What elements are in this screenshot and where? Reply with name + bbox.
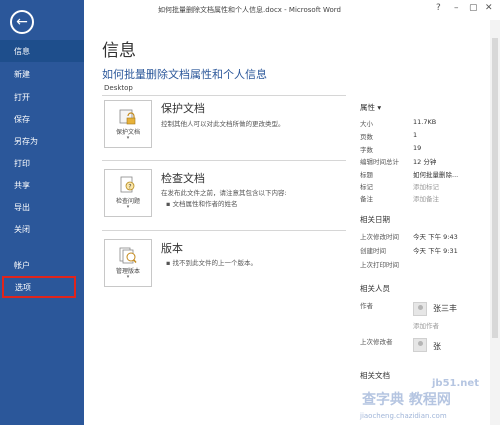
properties-header-label: 属性 xyxy=(360,103,375,112)
prop-key: 标记 xyxy=(360,183,373,191)
prop-row[interactable]: 备注 添加备注 xyxy=(360,193,490,203)
prop-row[interactable]: 标记 添加标记 xyxy=(360,181,490,191)
prop-key: 大小 xyxy=(360,120,373,128)
sidebar-item-share[interactable]: 共享 xyxy=(0,174,84,196)
related-people-header: 相关人员 xyxy=(360,284,390,293)
sidebar-item-new[interactable]: 新建 xyxy=(0,63,84,85)
window-title: 如何批量删除文档属性和个人信息.docx - Microsoft Word xyxy=(158,6,341,14)
prop-key: 上次打印时间 xyxy=(360,261,399,269)
inspect-document-icon: ? xyxy=(120,176,135,193)
prop-key: 标题 xyxy=(360,171,373,179)
prop-value: 19 xyxy=(413,144,422,152)
prop-value: 今天 下午 9:31 xyxy=(413,247,458,255)
lock-icon xyxy=(119,109,136,125)
restore-button[interactable]: ▢ xyxy=(469,3,478,13)
sidebar-item-close[interactable]: 关闭 xyxy=(0,218,84,240)
prop-key: 上次修改时间 xyxy=(360,233,399,241)
sidebar-item-print[interactable]: 打印 xyxy=(0,152,84,174)
related-documents-header: 相关文档 xyxy=(360,371,390,380)
sidebar-item-account[interactable]: 帐户 xyxy=(0,254,84,276)
chevron-down-icon: ▾ xyxy=(126,204,130,210)
prop-row: 大小 11.7KB xyxy=(360,118,490,128)
prop-row: 上次打印时间 xyxy=(360,259,490,269)
watermark-url: jiaocheng.chazidian.com xyxy=(360,412,447,420)
chevron-down-icon: ▾ xyxy=(126,135,130,141)
tags-field[interactable]: 添加标记 xyxy=(413,181,439,191)
prop-key: 创建时间 xyxy=(360,247,386,255)
sidebar-item-open[interactable]: 打开 xyxy=(0,86,84,108)
prop-key: 备注 xyxy=(360,195,373,203)
inspect-document-bullet-text: 文档属性和作者的姓名 xyxy=(172,200,238,208)
manage-versions-button[interactable]: 管理版本 ▾ xyxy=(104,239,152,287)
last-modified-by-label: 上次修改者 xyxy=(360,338,393,346)
prop-key: 编辑时间总计 xyxy=(360,158,399,166)
add-author-link[interactable]: 添加作者 xyxy=(413,320,439,330)
title-field[interactable]: 如何批量删除... xyxy=(413,169,458,179)
prop-value: 11.7KB xyxy=(413,118,437,126)
back-arrow-icon[interactable]: ← xyxy=(10,10,34,34)
sidebar-item-save-as[interactable]: 另存为 xyxy=(0,130,84,152)
protect-document-button[interactable]: 保护文档 ▾ xyxy=(104,100,152,148)
document-path: Desktop xyxy=(104,84,133,92)
prop-value: 今天 下午 9:43 xyxy=(413,233,458,241)
watermark-line-1: jb51.net xyxy=(432,378,479,389)
page-title: 信息 xyxy=(102,41,136,61)
inspect-document-heading: 检查文档 xyxy=(161,172,205,185)
prop-value: 1 xyxy=(413,131,418,139)
prop-row: 创建时间 今天 下午 9:31 xyxy=(360,245,490,255)
divider xyxy=(102,160,346,161)
protect-document-heading: 保护文档 xyxy=(161,102,205,115)
backstage-sidebar: ← 信息 新建 打开 保存 另存为 打印 共享 导出 关闭 帐户 选项 xyxy=(0,0,84,425)
avatar xyxy=(413,338,427,352)
sidebar-item-save[interactable]: 保存 xyxy=(0,108,84,130)
scrollbar-thumb[interactable] xyxy=(492,38,498,338)
prop-row: 页数 1 xyxy=(360,131,490,141)
inspect-document-description: 在发布此文件之前，请注意其包含以下内容: xyxy=(161,189,287,197)
related-dates-header: 相关日期 xyxy=(360,215,390,224)
prop-key: 字数 xyxy=(360,146,373,154)
sidebar-item-options[interactable]: 选项 xyxy=(2,276,76,298)
versions-description: ▪ 找不到此文件的上一个版本。 xyxy=(166,259,257,267)
prop-row[interactable]: 标题 如何批量删除... xyxy=(360,169,490,179)
properties-header[interactable]: 属性 ▾ xyxy=(360,102,381,113)
document-title: 如何批量删除文档属性和个人信息 xyxy=(102,68,267,81)
versions-icon xyxy=(119,247,137,264)
window-titlebar: 如何批量删除文档属性和个人信息.docx - Microsoft Word ? … xyxy=(84,0,500,20)
author-name[interactable]: 张三丰 xyxy=(433,303,457,314)
prop-row: 编辑时间总计 12 分钟 xyxy=(360,156,490,166)
last-modified-by-name[interactable]: 张 xyxy=(433,341,441,352)
check-for-issues-button[interactable]: ? 检查问题 ▾ xyxy=(104,169,152,217)
inspect-document-bullet: ▪ 文档属性和作者的姓名 xyxy=(166,200,238,208)
help-button[interactable]: ? xyxy=(436,3,441,13)
prop-value: 12 分钟 xyxy=(413,158,437,166)
versions-heading: 版本 xyxy=(161,242,183,255)
prop-row: 字数 19 xyxy=(360,144,490,154)
versions-description-text: 找不到此文件的上一个版本。 xyxy=(172,259,257,267)
watermark: jb51.net 查字典 教程网 xyxy=(362,378,479,409)
chevron-down-icon: ▾ xyxy=(126,274,130,280)
divider xyxy=(102,95,346,96)
close-button[interactable]: ✕ xyxy=(485,3,493,13)
author-label: 作者 xyxy=(360,302,373,310)
minimize-button[interactable]: – xyxy=(454,3,459,13)
sidebar-item-info[interactable]: 信息 xyxy=(0,40,84,62)
avatar xyxy=(413,302,427,316)
prop-row: 上次修改时间 今天 下午 9:43 xyxy=(360,231,490,241)
svg-text:?: ? xyxy=(128,184,131,191)
sidebar-item-export[interactable]: 导出 xyxy=(0,196,84,218)
protect-document-description: 控制其他人可以对此文档所做的更改类型。 xyxy=(161,120,285,128)
prop-key: 页数 xyxy=(360,133,373,141)
watermark-line-2: 查字典 教程网 xyxy=(362,392,451,408)
comments-field[interactable]: 添加备注 xyxy=(413,193,439,203)
divider xyxy=(102,230,346,231)
